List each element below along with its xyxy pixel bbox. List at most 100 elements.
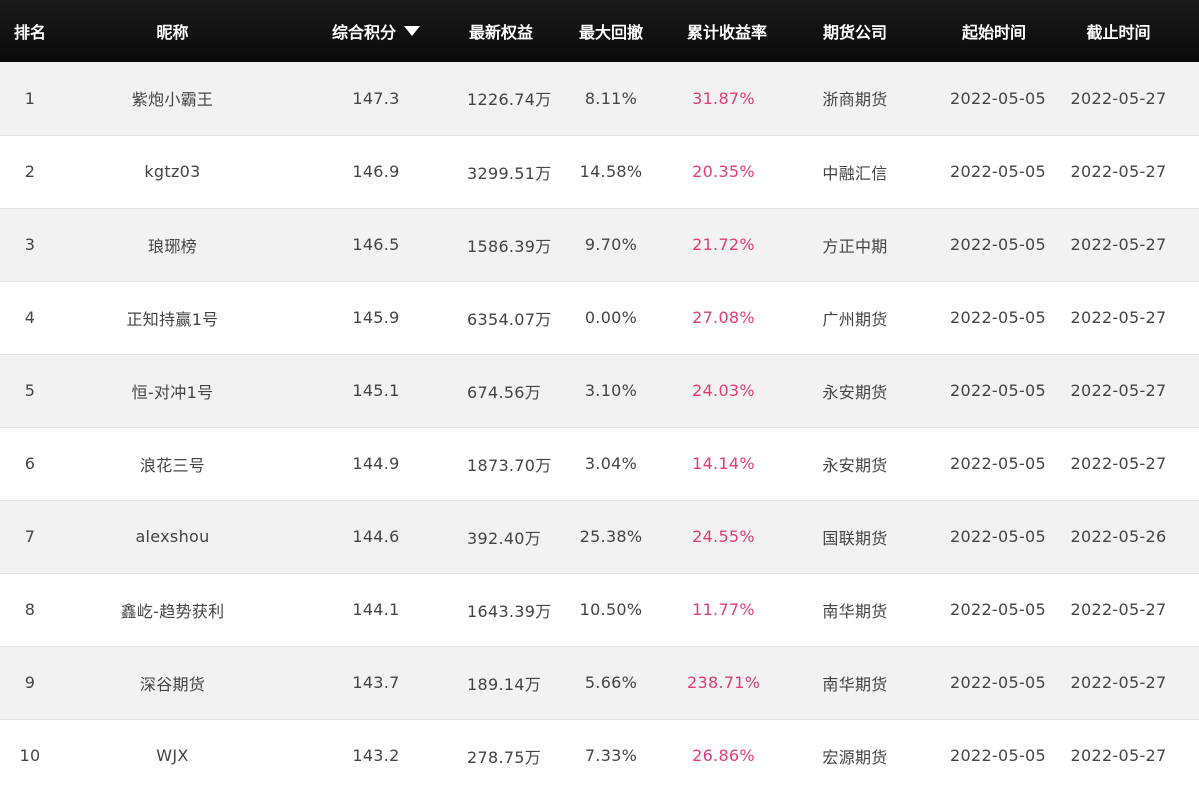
cell-company: 中融汇信 bbox=[822, 163, 888, 183]
cell-return: 31.87% bbox=[692, 88, 755, 108]
table-row[interactable]: 4 正知持赢1号 145.9 6354.07万 0.00% 27.08% 广州期货 2022-… bbox=[0, 281, 1199, 354]
cell-company: 浙商期货 bbox=[822, 90, 888, 110]
table-row[interactable]: 6 浪花三号 144.9 1873.70万 3.04% 14.14% 永安期货 2022-05… bbox=[0, 427, 1199, 500]
cell-score: 144.1 bbox=[352, 600, 400, 619]
cell-equity: 6354.07万 bbox=[467, 309, 552, 329]
cell-nickname[interactable]: 深谷期货 bbox=[60, 646, 285, 719]
cell-equity: 1586.39万 bbox=[467, 236, 552, 256]
cell-end-date: 2022-05-27 bbox=[1070, 381, 1167, 400]
cell-score: 143.7 bbox=[352, 673, 400, 692]
header-start-date[interactable]: 起始时间 bbox=[950, 0, 1038, 62]
ranking-table: 排名 昵称 综合积分 最新权益 最大回撤 累计收益率 期货公司 起始时间 截止时… bbox=[0, 0, 1199, 790]
cell-drawdown: 7.33% bbox=[584, 746, 638, 765]
cell-rank: 5 bbox=[24, 381, 36, 400]
cell-start-date: 2022-05-05 bbox=[950, 600, 1046, 619]
cell-equity: 1643.39万 bbox=[467, 601, 552, 621]
cell-end-date: 2022-05-27 bbox=[1070, 308, 1167, 327]
cell-end-date: 2022-05-26 bbox=[1070, 527, 1167, 546]
cell-equity: 392.40万 bbox=[467, 528, 542, 548]
cell-equity: 189.14万 bbox=[467, 674, 542, 694]
header-company[interactable]: 期货公司 bbox=[760, 0, 950, 62]
cell-company: 方正中期 bbox=[822, 236, 888, 256]
cell-return: 21.72% bbox=[692, 235, 755, 254]
cell-rank: 8 bbox=[24, 600, 36, 619]
cell-rank: 9 bbox=[24, 673, 36, 692]
cell-return: 11.77% bbox=[692, 600, 755, 619]
header-score-label: 综合积分 bbox=[331, 23, 396, 42]
cell-end-date: 2022-05-27 bbox=[1070, 88, 1167, 108]
cell-equity: 278.75万 bbox=[467, 747, 542, 767]
cell-company: 广州期货 bbox=[822, 309, 888, 329]
cell-drawdown: 8.11% bbox=[584, 88, 638, 108]
cell-rank: 3 bbox=[24, 235, 36, 254]
cell-rank: 4 bbox=[24, 308, 36, 327]
cell-company: 南华期货 bbox=[822, 674, 888, 694]
cell-rank: 6 bbox=[24, 454, 36, 473]
cell-nickname[interactable]: 正知持赢1号 bbox=[60, 281, 285, 354]
cell-return: 238.71% bbox=[687, 673, 761, 692]
cell-drawdown: 25.38% bbox=[579, 527, 643, 546]
cell-return: 20.35% bbox=[692, 162, 755, 181]
table-row[interactable]: 8 鑫屹-趋势获利 144.1 1643.39万 10.50% 11.77% 南华期货 202… bbox=[0, 573, 1199, 646]
cell-start-date: 2022-05-05 bbox=[950, 162, 1046, 181]
cell-company: 永安期货 bbox=[822, 382, 888, 402]
table-row[interactable]: 1 紫炮小霸王 147.3 1226.74万 8.11% 31.87% 浙商期货 2022-0… bbox=[0, 62, 1199, 135]
table-body: 1 紫炮小霸王 147.3 1226.74万 8.11% 31.87% 浙商期货 2022-0… bbox=[0, 62, 1199, 790]
header-return[interactable]: 累计收益率 bbox=[687, 0, 767, 62]
table-row[interactable]: 7 alexshou 144.6 392.40万 25.38% 24.55% 国联期货 202… bbox=[0, 500, 1199, 573]
cell-return: 26.86% bbox=[692, 746, 755, 765]
cell-nickname[interactable]: kgtz03 bbox=[60, 135, 285, 208]
cell-company: 南华期货 bbox=[822, 601, 888, 621]
cell-score: 145.9 bbox=[352, 308, 400, 327]
table-row[interactable]: 5 恒-对冲1号 145.1 674.56万 3.10% 24.03% 永安期货 2022-0… bbox=[0, 354, 1199, 427]
cell-company: 永安期货 bbox=[822, 455, 888, 475]
header-nickname[interactable]: 昵称 bbox=[60, 0, 285, 62]
sort-down-triangle-icon[interactable] bbox=[404, 26, 420, 36]
cell-return: 27.08% bbox=[692, 308, 755, 327]
cell-rank: 7 bbox=[24, 527, 36, 546]
cell-score: 145.1 bbox=[352, 381, 400, 400]
cell-nickname[interactable]: 浪花三号 bbox=[60, 427, 285, 500]
table-row[interactable]: 9 深谷期货 143.7 189.14万 5.66% 238.71% 南华期货 2022-05… bbox=[0, 646, 1199, 719]
cell-equity: 1226.74万 bbox=[467, 90, 552, 110]
cell-start-date: 2022-05-05 bbox=[950, 454, 1046, 473]
cell-end-date: 2022-05-27 bbox=[1070, 162, 1167, 181]
header-row: 排名 昵称 综合积分 最新权益 最大回撤 累计收益率 期货公司 起始时间 截止时… bbox=[0, 0, 1199, 62]
header-end-date[interactable]: 截止时间 bbox=[1038, 0, 1199, 62]
table-row[interactable]: 3 琅琊榜 146.5 1586.39万 9.70% 21.72% 方正中期 2022-05-… bbox=[0, 208, 1199, 281]
cell-rank: 10 bbox=[19, 746, 41, 765]
cell-score: 147.3 bbox=[352, 88, 400, 108]
cell-drawdown: 0.00% bbox=[584, 308, 638, 327]
table-header: 排名 昵称 综合积分 最新权益 最大回撤 累计收益率 期货公司 起始时间 截止时… bbox=[0, 0, 1199, 62]
cell-end-date: 2022-05-27 bbox=[1070, 746, 1167, 765]
header-drawdown[interactable]: 最大回撤 bbox=[535, 0, 687, 62]
cell-nickname[interactable]: 恒-对冲1号 bbox=[60, 354, 285, 427]
cell-nickname[interactable]: 鑫屹-趋势获利 bbox=[60, 573, 285, 646]
header-score[interactable]: 综合积分 bbox=[285, 0, 467, 62]
cell-drawdown: 10.50% bbox=[579, 600, 643, 619]
cell-score: 144.9 bbox=[352, 454, 400, 473]
header-equity[interactable]: 最新权益 bbox=[467, 0, 535, 62]
cell-score: 146.5 bbox=[352, 235, 400, 254]
cell-nickname[interactable]: alexshou bbox=[60, 500, 285, 573]
cell-start-date: 2022-05-05 bbox=[950, 235, 1046, 254]
cell-drawdown: 3.04% bbox=[584, 454, 638, 473]
table-row[interactable]: 2 kgtz03 146.9 3299.51万 14.58% 20.35% 中融汇信 2022… bbox=[0, 135, 1199, 208]
cell-rank: 1 bbox=[24, 88, 36, 108]
cell-nickname[interactable]: 紫炮小霸王 bbox=[60, 62, 285, 135]
cell-drawdown: 5.66% bbox=[584, 673, 638, 692]
cell-score: 146.9 bbox=[352, 162, 400, 181]
cell-equity: 674.56万 bbox=[467, 382, 542, 402]
cell-nickname[interactable]: WJX bbox=[60, 719, 285, 790]
table-row[interactable]: 10 WJX 143.2 278.75万 7.33% 26.86% 宏源期货 2022-05-… bbox=[0, 719, 1199, 790]
header-rank[interactable]: 排名 bbox=[0, 0, 60, 62]
cell-start-date: 2022-05-05 bbox=[950, 527, 1046, 546]
cell-end-date: 2022-05-27 bbox=[1070, 235, 1167, 254]
cell-equity: 1873.70万 bbox=[467, 455, 552, 475]
cell-start-date: 2022-05-05 bbox=[950, 381, 1046, 400]
cell-rank: 2 bbox=[24, 162, 36, 181]
cell-end-date: 2022-05-27 bbox=[1070, 673, 1167, 692]
cell-drawdown: 9.70% bbox=[584, 235, 638, 254]
cell-nickname[interactable]: 琅琊榜 bbox=[60, 208, 285, 281]
cell-end-date: 2022-05-27 bbox=[1070, 600, 1167, 619]
